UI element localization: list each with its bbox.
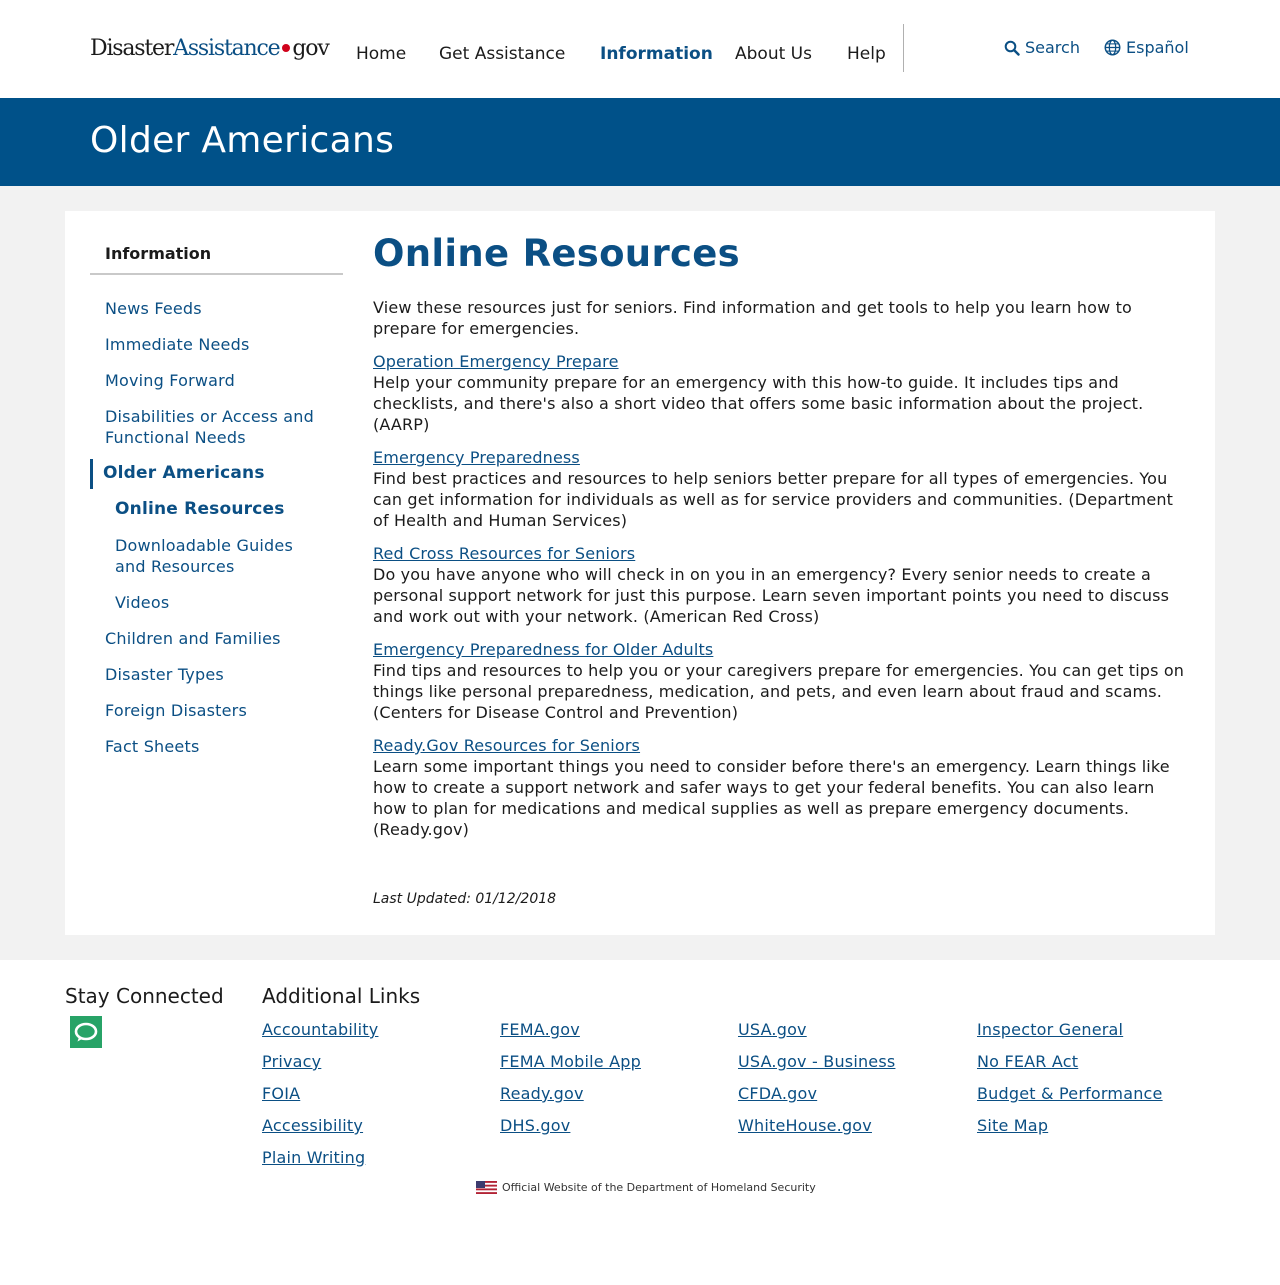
footer-link-whitehouse[interactable]: WhiteHouse.gov: [738, 1116, 872, 1135]
us-flag-icon: [476, 1181, 497, 1194]
sidebar-subitem-downloadable-guides[interactable]: Downloadable Guides and Resources: [115, 535, 325, 577]
resource-description: Find tips and resources to help you or y…: [373, 661, 1185, 722]
search-icon: [1004, 40, 1020, 56]
nav-about-us[interactable]: About Us: [735, 44, 812, 64]
resource-description: Help your community prepare for an emerg…: [373, 373, 1144, 434]
resource-description: Find best practices and resources to hel…: [373, 469, 1174, 530]
nav-home[interactable]: Home: [356, 44, 406, 64]
footer-link-usa[interactable]: USA.gov: [738, 1020, 807, 1039]
resource-item: Emergency Preparedness Find best practic…: [373, 447, 1185, 531]
sidebar-item-moving-forward[interactable]: Moving Forward: [105, 370, 335, 391]
nav-information[interactable]: Information: [600, 44, 713, 64]
footer-link-no-fear-act[interactable]: No FEAR Act: [977, 1052, 1078, 1071]
sidebar-active-indicator: [90, 459, 93, 489]
search-link[interactable]: Search: [1004, 38, 1080, 57]
resource-item: Emergency Preparedness for Older Adults …: [373, 639, 1185, 723]
footer-link-fema-mobile-app[interactable]: FEMA Mobile App: [500, 1052, 641, 1071]
resource-item: Red Cross Resources for Seniors Do you h…: [373, 543, 1185, 627]
additional-links-heading: Additional Links: [262, 984, 421, 1008]
nav-get-assistance[interactable]: Get Assistance: [439, 44, 565, 64]
stay-connected-heading: Stay Connected: [65, 984, 224, 1008]
footer-link-budget-performance[interactable]: Budget & Performance: [977, 1084, 1163, 1103]
nav-divider: [903, 24, 904, 72]
footer-link-inspector-general[interactable]: Inspector General: [977, 1020, 1123, 1039]
intro-text: View these resources just for seniors. F…: [373, 298, 1132, 338]
chat-icon[interactable]: [70, 1016, 102, 1048]
sidebar-heading: Information: [105, 244, 212, 263]
sidebar-item-disabilities[interactable]: Disabilities or Access and Functional Ne…: [105, 406, 335, 448]
content-heading: Online Resources: [373, 232, 740, 275]
resource-link[interactable]: Emergency Preparedness for Older Adults: [373, 639, 1185, 660]
logo-part-gov: gov: [292, 36, 329, 61]
footer-link-site-map[interactable]: Site Map: [977, 1116, 1048, 1135]
resource-description: Do you have anyone who will check in on …: [373, 565, 1170, 626]
nav-help[interactable]: Help: [847, 44, 886, 64]
resource-link[interactable]: Emergency Preparedness: [373, 447, 1185, 468]
sidebar-subitem-online-resources[interactable]: Online Resources: [115, 499, 325, 520]
footer-link-dhs[interactable]: DHS.gov: [500, 1116, 570, 1135]
footer-link-fema[interactable]: FEMA.gov: [500, 1020, 580, 1039]
last-updated: Last Updated: 01/12/2018: [373, 891, 557, 907]
resource-link[interactable]: Ready.Gov Resources for Seniors: [373, 735, 1185, 756]
logo-part-disaster: Disaster: [90, 36, 174, 61]
footer-link-plain-writing[interactable]: Plain Writing: [262, 1148, 365, 1167]
footer-link-privacy[interactable]: Privacy: [262, 1052, 321, 1071]
sidebar-item-children-families[interactable]: Children and Families: [105, 628, 335, 649]
footer-link-ready[interactable]: Ready.gov: [500, 1084, 584, 1103]
sidebar-item-immediate-needs[interactable]: Immediate Needs: [105, 334, 335, 355]
resource-item: Ready.Gov Resources for Seniors Learn so…: [373, 735, 1185, 840]
sidebar-divider: [90, 273, 343, 275]
sidebar-item-fact-sheets[interactable]: Fact Sheets: [105, 736, 335, 757]
resource-link[interactable]: Red Cross Resources for Seniors: [373, 543, 1185, 564]
globe-icon: [1104, 39, 1121, 56]
logo-part-assistance: Assistance: [173, 36, 280, 61]
resource-item: Operation Emergency Prepare Help your co…: [373, 351, 1185, 435]
sidebar-item-disaster-types[interactable]: Disaster Types: [105, 664, 335, 685]
logo-dot-icon: [282, 44, 291, 52]
footer-link-usa-business[interactable]: USA.gov - Business: [738, 1052, 895, 1071]
site-logo[interactable]: DisasterAssistance gov: [90, 36, 330, 61]
sidebar-item-foreign-disasters[interactable]: Foreign Disasters: [105, 700, 335, 721]
language-label: Español: [1126, 38, 1189, 57]
page-title: Older Americans: [90, 120, 395, 161]
footer-link-accessibility[interactable]: Accessibility: [262, 1116, 363, 1135]
page-banner: Older Americans: [0, 98, 1280, 186]
sidebar-item-older-americans[interactable]: Older Americans: [103, 463, 333, 484]
content-body: View these resources just for seniors. F…: [373, 297, 1185, 852]
resource-link[interactable]: Operation Emergency Prepare: [373, 351, 1185, 372]
sidebar-subitem-videos[interactable]: Videos: [115, 592, 325, 613]
sidebar-item-news-feeds[interactable]: News Feeds: [105, 298, 335, 319]
site-header: DisasterAssistance gov Home Get Assistanc…: [0, 0, 1280, 98]
language-link[interactable]: Español: [1104, 38, 1189, 57]
official-website-text: Official Website of the Department of Ho…: [502, 1181, 816, 1194]
footer-link-cfda[interactable]: CFDA.gov: [738, 1084, 817, 1103]
resource-description: Learn some important things you need to …: [373, 757, 1170, 839]
footer-link-accountability[interactable]: Accountability: [262, 1020, 378, 1039]
official-website-notice: Official Website of the Department of Ho…: [476, 1181, 816, 1194]
footer-link-foia[interactable]: FOIA: [262, 1084, 300, 1103]
search-label: Search: [1025, 38, 1080, 57]
